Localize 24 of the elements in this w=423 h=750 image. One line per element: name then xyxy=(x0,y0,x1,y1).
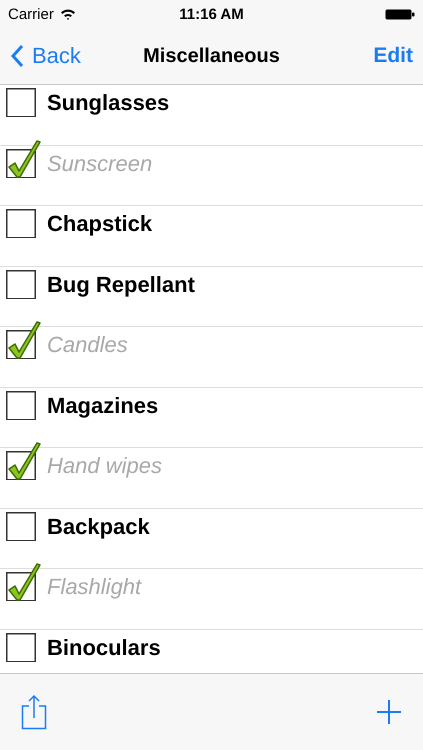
wifi-icon xyxy=(60,8,76,20)
checkbox[interactable] xyxy=(6,563,41,601)
item-label: Bug Repellant xyxy=(47,270,195,298)
item-label: Sunglasses xyxy=(47,89,170,117)
clock-time: 11:16 AM xyxy=(179,6,244,22)
item-label: Binoculars xyxy=(47,634,161,662)
screen-title: Miscellaneous xyxy=(143,44,280,68)
battery-icon xyxy=(385,8,415,20)
checkbox[interactable] xyxy=(6,442,41,480)
checkbox[interactable] xyxy=(6,321,41,359)
edit-button[interactable]: Edit xyxy=(373,44,413,68)
back-button[interactable]: Back xyxy=(10,43,81,69)
item-label: Sunscreen xyxy=(47,150,152,178)
item-label: Magazines xyxy=(47,392,158,420)
checkbox[interactable] xyxy=(6,140,41,178)
item-label: Candles xyxy=(47,331,128,359)
carrier-label: Carrier xyxy=(8,6,54,22)
chevron-icon xyxy=(10,44,24,68)
share-icon[interactable] xyxy=(21,694,47,730)
item-label: Backpack xyxy=(47,512,150,540)
item-label: Hand wipes xyxy=(47,452,162,480)
add-icon[interactable] xyxy=(376,699,402,725)
item-label: Chapstick xyxy=(47,210,152,238)
item-label: Flashlight xyxy=(47,573,142,601)
